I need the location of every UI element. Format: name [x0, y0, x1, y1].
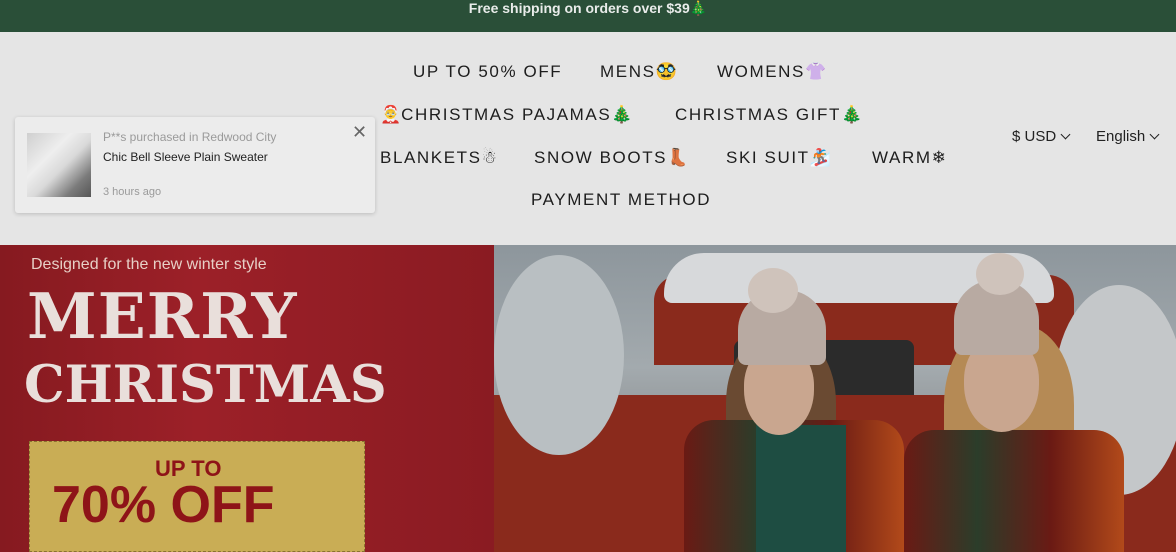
close-icon[interactable]: ✕: [352, 122, 367, 143]
nav-item-label: WARM: [872, 148, 932, 167]
product-thumbnail[interactable]: [27, 133, 91, 197]
chevron-down-icon: [1060, 129, 1071, 140]
santa-emoji-icon: 🤶: [380, 105, 402, 124]
purchase-notice: P**s purchased in Redwood City: [103, 130, 277, 144]
tree-emoji-icon: 🎄: [611, 105, 633, 124]
nav-item-payment-method[interactable]: PAYMENT METHOD: [531, 190, 711, 210]
hero-banner[interactable]: Designed for the new winter style MERRY …: [0, 245, 1176, 552]
nav-item-label: UP TO 50% OFF: [413, 62, 563, 81]
banner-headline-christmas: CHRISTMAS: [24, 355, 387, 415]
hat-pompom: [748, 268, 798, 313]
announcement-text: Free shipping on orders over $39🎄: [468, 0, 708, 16]
banner-photo: [494, 245, 1176, 552]
snowman-emoji-icon: ☃: [481, 148, 497, 167]
nav-item-label: SNOW BOOTS: [534, 148, 668, 167]
nav-item-label: CHRISTMAS GIFT: [675, 105, 841, 124]
nav-item-ski-suit[interactable]: SKI SUIT🏂: [726, 148, 831, 168]
nav-item-label: PAYMENT METHOD: [531, 190, 712, 209]
chevron-down-icon: [1149, 129, 1160, 140]
discount-badge-main: 70% OFF: [52, 476, 275, 534]
nav-item-label: CHRISTMAS PAJAMAS: [401, 105, 612, 124]
snowy-tree: [494, 255, 624, 455]
nav-item-label: WOMENS: [717, 62, 805, 81]
snowboarder-emoji-icon: 🏂: [809, 148, 831, 167]
tree-emoji-icon: 🎄: [840, 105, 863, 124]
banner-headline-merry: MERRY: [27, 279, 298, 353]
blouse-emoji-icon: 👚: [804, 62, 827, 81]
nav-item-christmas-gift[interactable]: CHRISTMAS GIFT🎄: [675, 105, 862, 125]
plaid-coat: [904, 430, 1124, 552]
discount-badge: UP TO 70% OFF: [29, 441, 365, 552]
nav-item-warm[interactable]: WARM❄: [872, 148, 946, 168]
nav-item-blankets[interactable]: BLANKETS☃: [380, 148, 497, 168]
nav-item-mens[interactable]: MENS🥸: [600, 62, 677, 82]
currency-selector[interactable]: $ USD: [1012, 128, 1071, 145]
nav-item-label: MENS: [600, 62, 656, 81]
mens-emoji-icon: 🥸: [655, 62, 677, 81]
nav-item-snow-boots[interactable]: SNOW BOOTS👢: [534, 148, 688, 168]
language-label: English: [1096, 128, 1146, 145]
snowflake-emoji-icon: ❄: [931, 148, 946, 167]
nav-item-womens[interactable]: WOMENS👚: [717, 62, 826, 82]
banner-promo-panel: Designed for the new winter style MERRY …: [0, 245, 494, 552]
hat-pompom: [976, 253, 1024, 295]
boot-emoji-icon: 👢: [667, 148, 689, 167]
banner-tagline: Designed for the new winter style: [31, 256, 267, 273]
nav-item-christmas-pajamas[interactable]: 🤶CHRISTMAS PAJAMAS🎄: [380, 105, 632, 125]
nav-item-label: SKI SUIT: [726, 148, 810, 167]
language-selector[interactable]: English: [1096, 128, 1160, 145]
recent-purchase-popup[interactable]: P**s purchased in Redwood City Chic Bell…: [15, 117, 375, 213]
green-scarf: [756, 425, 846, 552]
announcement-bar: Free shipping on orders over $39🎄: [0, 0, 1176, 32]
purchase-time: 3 hours ago: [103, 186, 162, 198]
nav-item-label: BLANKETS: [380, 148, 482, 167]
currency-label: $ USD: [1012, 128, 1057, 145]
product-name-link[interactable]: Chic Bell Sleeve Plain Sweater: [103, 150, 268, 164]
nav-item-up-to-50-off[interactable]: UP TO 50% OFF: [413, 62, 562, 82]
